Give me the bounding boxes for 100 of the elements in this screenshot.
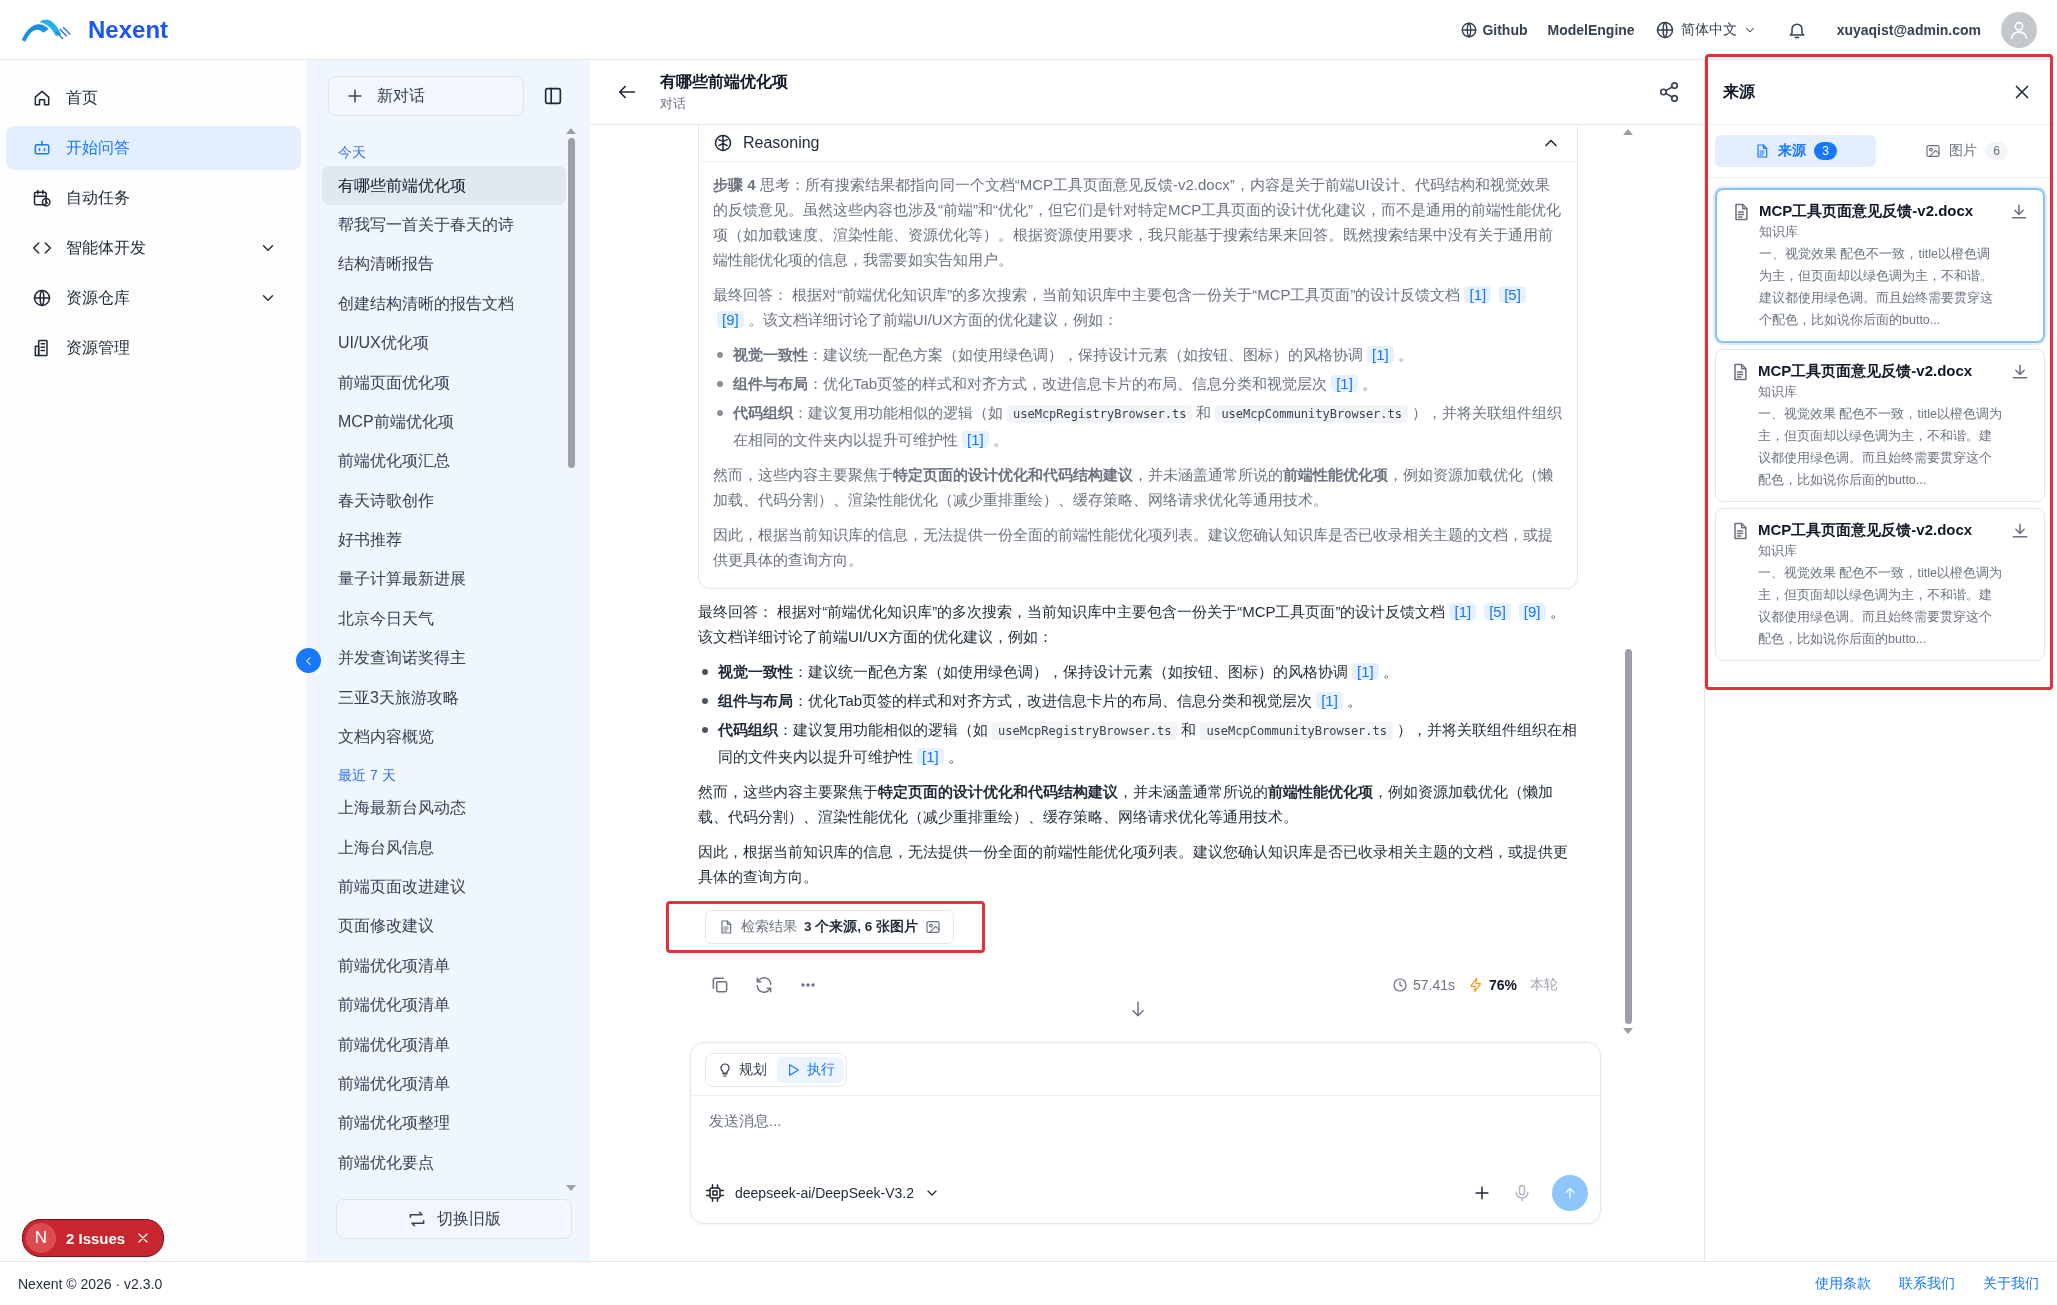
conversation-item[interactable]: 前端优化项清单 [322,1024,566,1065]
citation-link[interactable]: [1] [1367,346,1394,363]
conversation-item[interactable]: 前端页面优化项 [322,362,566,403]
new-chat-button[interactable]: 新对话 [328,76,524,116]
nav-item[interactable]: 首页 [6,76,301,120]
conversation-item[interactable]: 文档内容概览 [322,717,566,757]
collapse-button[interactable] [296,648,321,673]
conversation-item[interactable]: 帮我写一首关于春天的诗 [322,205,566,245]
source-card[interactable]: MCP工具页面意见反馈-v2.docx 知识库 一、视觉效果 配色不一致，title以橙色调为主，但页面却以绿色调为主，不和谐。建议都使用绿色调。而且始终需要贯穿这个配色，比如说你后面的butto... [1715,508,2045,661]
answer-paragraph: 因此，根据当前知识库的信息，无法提供一份全面的前端性能优化项列表。建议您确认知识库是否已收录相关主题的文档，或提供更具体的查询方向。 [698,842,1569,887]
conversation-item[interactable]: 前端优化要点 [322,1143,566,1183]
reasoning-list-item: 代码组织：建议复用功能相似的逻辑（如 useMcpRegistryBrowser.ts 和 useMcpCommunityBrowser.ts ），并将关联组件组织在相同的文件夹内以提升可维护性 [1] 。 [733,403,1563,450]
count-badge: 6 [1985,142,2008,160]
citation-link[interactable]: [1] [1352,663,1379,680]
conversation-item[interactable]: 北京今日天气 [322,599,566,639]
conversation-item[interactable]: 上海最新台风动态 [322,788,566,828]
scroll-up-arrow[interactable] [1623,129,1633,135]
nav-item[interactable]: 资源管理 [6,326,301,370]
sidebar-toggle-icon[interactable] [542,85,564,107]
conversation-item[interactable]: 并发查询诺奖得主 [322,638,566,678]
header-link[interactable]: ModelEngine [1547,21,1635,38]
model-selector[interactable]: deepseek-ai/DeepSeek-V3.2 [705,1183,940,1203]
reasoning-list-item: 组件与布局：优化Tab页签的样式和对齐方式，改进信息卡片的布局、信息分类和视觉层次 [1] 。 [733,374,1378,394]
conversation-item[interactable]: 量子计算最新进展 [322,559,566,600]
tab[interactable]: 图片 6 [1886,135,2047,167]
nav-icon [32,288,52,308]
bullet-icon [717,352,723,358]
globe-icon [1654,19,1675,40]
card-title: MCP工具页面意见反馈-v2.docx [1758,521,1974,540]
source-card[interactable]: MCP工具页面意见反馈-v2.docx 知识库 一、视觉效果 配色不一致，title以橙色调为主，但页面却以绿色调为主，不和谐。建议都使用绿色调。而且始终需要贯穿这个配色，比如说你后面的butto... [1715,349,2045,502]
conversation-item[interactable]: 前端优化项清单 [322,985,566,1025]
citation-link[interactable]: [1] [1316,692,1343,709]
citation-link[interactable]: [1] [917,748,944,765]
download-icon[interactable] [2010,362,2030,382]
nav-item[interactable]: 智能体开发 [6,226,301,270]
bolt-icon [1467,977,1484,993]
conversation-item[interactable]: 结构清晰报告 [322,244,566,285]
answer-paragraph: 然而，这些内容主要聚焦于特定页面的设计优化和代码结构建议，并未涵盖通常所说的前端性能优化项，例如资源加载优化（懒加载、代码分割）、渲染性能优化（减少重排重绘）、缓存策略、网络请求优化等通用技术。 [698,782,1554,827]
nav-item[interactable]: 开始问答 [6,126,301,170]
copy-icon[interactable] [710,975,730,995]
nav-icon [32,138,52,158]
user-email: xuyaqist@admin.com [1836,21,1981,38]
usage-label: 本轮 [1530,976,1558,994]
citation-link[interactable]: [1] [962,431,989,448]
chip-icon [705,1183,725,1203]
bullet-icon [717,381,723,387]
tab[interactable]: 来源 3 [1715,135,1876,167]
conversation-item[interactable]: 三亚3天旅游攻略 [322,677,566,718]
citation-link[interactable]: [5] [1499,286,1526,303]
mode-tab[interactable]: 规划 [709,1057,775,1083]
list-item: 视觉一致性：建议统一配色方案（如使用绿色调），保持设计元素（如按钮、图标）的风格协调 [1] 。 [718,662,1399,682]
reasoning-list-item: 视觉一致性：建议统一配色方案（如使用绿色调），保持设计元素（如按钮、图标）的风格协调 [1] 。 [733,345,1414,365]
citation-link[interactable]: [1] [1449,603,1477,620]
conversation-item[interactable]: 好书推荐 [322,520,566,560]
conversation-item[interactable]: 页面修改建议 [322,906,566,947]
scrollbar-thumb[interactable] [567,138,575,468]
conversation-item[interactable]: 前端优化项清单 [322,946,566,986]
conversation-item[interactable]: 前端优化项整理 [322,1103,566,1143]
usage-percent: 76% [1488,977,1517,993]
search-results-chip[interactable]: 检索结果 3 个来源, 6 张图片 [705,910,955,944]
mode-tab[interactable]: 执行 [777,1057,843,1083]
language-selector[interactable]: 简体中文 [1654,19,1757,40]
reasoning-title: Reasoning [743,134,821,152]
nav-item[interactable]: 自动任务 [6,176,301,220]
regenerate-icon[interactable] [754,975,774,995]
message-input[interactable]: 发送消息... [691,1096,1600,1175]
card-snippet: 一、视觉效果 配色不一致，title以橙色调为主，但页面却以绿色调为主，不和谐。建议都使用绿色调。而且始终需要贯穿这个配色，比如说你后面的butto... [1759,246,1994,329]
source-card[interactable]: MCP工具页面意见反馈-v2.docx 知识库 一、视觉效果 配色不一致，title以橙色调为主，但页面却以绿色调为主，不和谐。建议都使用绿色调。而且始终需要贯穿这个配色，比如说你后面的butto... [1715,188,2045,343]
download-icon[interactable] [2009,202,2029,222]
brand-name: Nexent [88,15,169,44]
citation-link[interactable]: [1] [1464,286,1492,303]
citation-link[interactable]: [5] [1484,603,1511,620]
message-composer[interactable]: 规划 执行 发送消息... deepseek-ai/DeepSeek-V3.2 [690,1042,1601,1224]
citation-link[interactable]: [9] [1518,603,1546,620]
clock-icon [1391,977,1408,993]
conversation-item[interactable]: 创建结构清晰的报告文档 [322,284,566,324]
card-source: 知识库 [1758,542,1798,560]
arrow-up-icon [1562,1185,1578,1201]
conversation-item[interactable]: 前端页面改进建议 [322,867,566,907]
share-icon[interactable] [1658,81,1680,103]
scrollbar-thumb[interactable] [1624,649,1632,1024]
conversation-item[interactable]: 上海台风信息 [322,828,566,868]
footer-link[interactable]: 使用条款 [1815,1274,1871,1293]
conversation-item[interactable]: 春天诗歌创作 [322,481,566,521]
conversation-item[interactable]: UI/UX优化项 [322,323,566,363]
conversation-item[interactable]: 有哪些前端优化项 [322,166,566,206]
download-icon[interactable] [2010,521,2030,541]
footer-link[interactable]: 联系我们 [1899,1274,1955,1293]
citation-link[interactable]: [1] [1331,375,1358,392]
conversation-item[interactable]: MCP前端优化项 [322,402,566,442]
conversation-item[interactable]: 前端优化项清单 [322,1064,566,1104]
card-snippet: 一、视觉效果 配色不一致，title以橙色调为主，但页面却以绿色调为主，不和谐。建议都使用绿色调。而且始终需要贯穿这个配色，比如说你后面的butto... [1758,406,2002,489]
footer-link[interactable]: 关于我们 [1983,1274,2039,1293]
citation-link[interactable]: [9] [717,311,744,328]
scroll-down-arrow[interactable] [1623,1028,1633,1034]
header-link[interactable]: Github [1460,20,1528,39]
switch-version-button[interactable]: 切换旧版 [336,1199,572,1239]
nav-item[interactable]: 资源仓库 [6,276,301,320]
issues-badge[interactable]: N 2 Issues [22,1219,165,1257]
conversation-item[interactable]: 前端优化项汇总 [322,441,566,481]
